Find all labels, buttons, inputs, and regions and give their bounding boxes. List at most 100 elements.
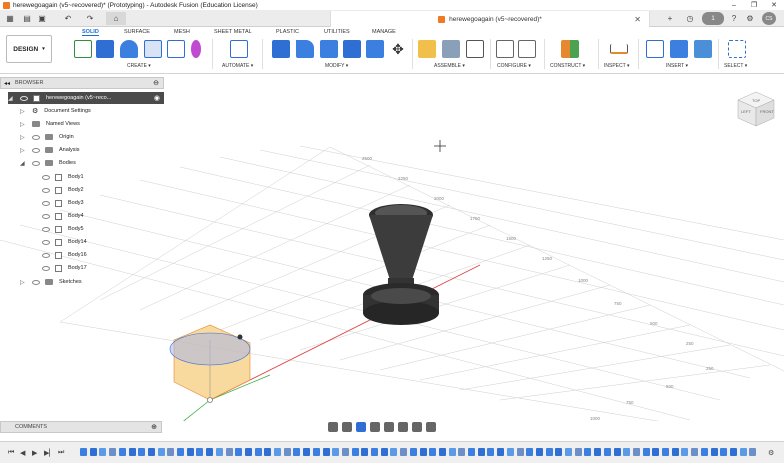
fillet-icon[interactable] (296, 40, 314, 58)
timeline-feature-icon[interactable] (157, 448, 165, 456)
timeline-feature-icon[interactable] (516, 448, 524, 456)
timeline-feature-icon[interactable] (535, 448, 543, 456)
group-configure[interactable]: CONFIGURE ▾ (497, 63, 531, 69)
timeline-feature-icon[interactable] (89, 448, 97, 456)
view-cube[interactable]: TOP LEFT FRONT (737, 91, 775, 127)
timeline-feature-icon[interactable] (341, 448, 349, 456)
tree-item-body[interactable]: Body3 (42, 197, 84, 209)
timeline-feature-icon[interactable] (477, 448, 485, 456)
visibility-icon[interactable] (42, 265, 50, 271)
timeline-feature-icon[interactable] (584, 448, 592, 456)
maximize-button[interactable]: ❐ (744, 0, 764, 10)
timeline-feature-icon[interactable] (409, 448, 417, 456)
settings-icon[interactable]: ⚙ (744, 12, 756, 25)
group-modify[interactable]: MODIFY ▾ (325, 63, 348, 69)
timeline-feature-icon[interactable] (448, 448, 456, 456)
timeline-feature-icon[interactable] (468, 448, 475, 456)
timeline-feature-icon[interactable] (322, 448, 330, 456)
joint-icon[interactable] (442, 40, 460, 58)
timeline-feature-icon[interactable] (555, 448, 563, 456)
timeline-feature-icon[interactable] (303, 448, 311, 456)
timeline-feature-icon[interactable] (109, 448, 117, 456)
revolve-icon[interactable] (120, 40, 138, 58)
timeline-feature-icon[interactable] (118, 448, 126, 456)
form-icon[interactable] (191, 40, 201, 58)
timeline-feature-icon[interactable] (186, 448, 194, 456)
expand-arrow-icon[interactable]: ▷ (20, 108, 26, 115)
pan-icon[interactable] (356, 421, 366, 432)
visibility-icon[interactable] (20, 95, 28, 101)
step-forward-icon[interactable]: ▶▏ (44, 449, 55, 457)
hole-icon[interactable] (144, 40, 162, 58)
tab-sheet-metal[interactable]: SHEET METAL (214, 29, 252, 35)
timeline-feature-icon[interactable] (390, 448, 398, 456)
timeline-feature-icon[interactable] (526, 448, 534, 456)
fit-icon[interactable] (384, 421, 394, 432)
orbit-icon[interactable] (328, 421, 338, 432)
home-icon[interactable]: ⌂ (106, 12, 126, 25)
expand-arrow-icon[interactable]: ◢ (8, 95, 14, 102)
timeline-feature-icon[interactable] (623, 448, 631, 456)
step-back-icon[interactable]: ◀ (20, 449, 25, 457)
timeline-feature-icon[interactable] (671, 448, 679, 456)
visibility-icon[interactable] (42, 200, 50, 206)
collapse-icon[interactable]: ◂◂ (4, 80, 10, 87)
timeline-feature-icon[interactable] (545, 448, 553, 456)
file-menu-icon[interactable]: ▤ (20, 12, 34, 25)
select-box-icon[interactable] (728, 40, 746, 58)
minimize-button[interactable]: – (724, 0, 744, 10)
offset-plane-icon[interactable] (561, 40, 579, 58)
press-pull-icon[interactable] (272, 40, 290, 58)
timeline-feature-icon[interactable] (380, 448, 388, 456)
timeline-feature-icon[interactable] (594, 448, 602, 456)
tab-surface[interactable]: SURFACE (124, 29, 150, 35)
canvas-viewport[interactable]: 2500 2250 2000 1750 1500 1250 1000 750 5… (0, 74, 784, 421)
grid-settings-icon[interactable] (412, 421, 422, 432)
timeline-feature-icon[interactable] (80, 448, 87, 456)
timeline-feature-icon[interactable] (487, 448, 495, 456)
timeline-feature-icon[interactable] (351, 448, 359, 456)
shell-icon[interactable] (343, 40, 361, 58)
timeline-feature-icon[interactable] (642, 448, 650, 456)
move-icon[interactable]: ✥ (389, 40, 407, 58)
browser-panel-header[interactable]: ◂◂ BROWSER ⊖ (0, 77, 164, 89)
group-create[interactable]: CREATE ▾ (127, 63, 151, 69)
timeline-feature-icon[interactable] (196, 448, 204, 456)
timeline-feature-icon[interactable] (283, 448, 291, 456)
tree-item-bodies[interactable]: ◢ Bodies (20, 157, 76, 169)
timeline-feature-icon[interactable] (128, 448, 136, 456)
comments-panel-header[interactable]: COMMENTS ⊕ (0, 421, 162, 433)
visibility-icon[interactable] (42, 252, 50, 258)
save-icon[interactable]: ▣ (36, 12, 48, 25)
go-to-start-icon[interactable]: ⏮ (8, 449, 14, 457)
configure-icon[interactable] (496, 40, 514, 58)
viewports-icon[interactable] (426, 421, 436, 432)
pin-icon[interactable]: ⊖ (153, 79, 159, 87)
timeline-feature-icon[interactable] (235, 448, 243, 456)
timeline-feature-icon[interactable] (361, 448, 369, 456)
timeline-feature-icon[interactable] (691, 448, 699, 456)
timeline-feature-icon[interactable] (565, 448, 572, 456)
tree-root[interactable]: ◢ herewegoagain (v5~reco... ◉ (8, 92, 164, 104)
add-comment-icon[interactable]: ⊕ (151, 423, 157, 431)
timeline-feature-icon[interactable] (293, 448, 301, 456)
tab-solid[interactable]: SOLID (82, 29, 99, 36)
timeline-feature-icon[interactable] (371, 448, 378, 456)
tree-item-sketches[interactable]: ▷ Sketches (20, 276, 82, 288)
visibility-icon[interactable] (42, 174, 50, 180)
timeline-feature-icon[interactable] (264, 448, 272, 456)
tree-item-analysis[interactable]: ▷ Analysis (20, 144, 79, 156)
go-to-end-icon[interactable]: ⏭ (58, 449, 64, 457)
user-avatar[interactable]: CS (762, 12, 776, 25)
timeline-feature-icon[interactable] (603, 448, 611, 456)
visibility-icon[interactable] (42, 187, 50, 193)
timeline-feature-icon[interactable] (254, 448, 262, 456)
play-icon[interactable]: ▶ (32, 449, 37, 457)
timeline-feature-icon[interactable] (138, 448, 146, 456)
insert-mesh-icon[interactable] (670, 40, 688, 58)
timeline-feature-icon[interactable] (613, 448, 621, 456)
document-tab[interactable]: herewegoagain (v5~recovered)* ✕ (330, 11, 650, 27)
chamfer-icon[interactable] (320, 40, 338, 58)
close-button[interactable]: ✕ (764, 0, 784, 10)
visibility-icon[interactable] (42, 226, 50, 232)
